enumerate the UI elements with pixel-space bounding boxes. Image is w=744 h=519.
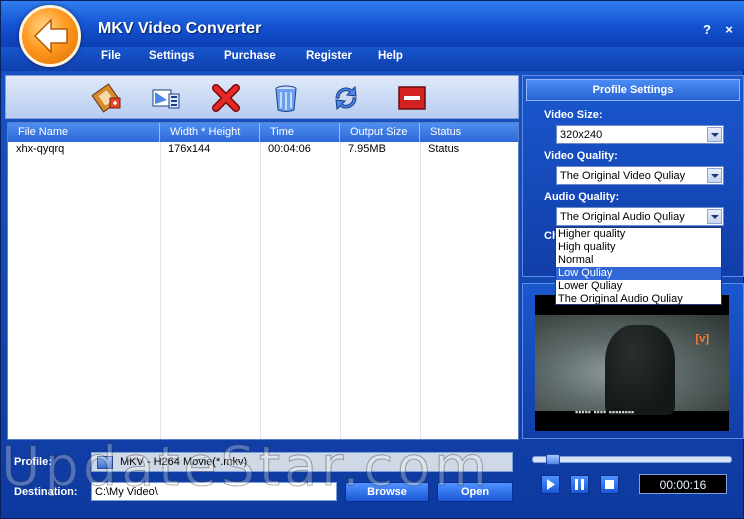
menu-help[interactable]: Help — [378, 50, 403, 62]
video-subtitle: ▪▪▪▪▪ ▪▪▪▪ ▪▪▪▪▪▪▪▪ — [575, 407, 635, 417]
dropdown-option-selected[interactable]: Low Quliay — [556, 267, 721, 280]
video-quality-value: The Original Video Quliay — [560, 170, 686, 182]
column-file-name[interactable]: File Name — [8, 123, 160, 142]
dropdown-option[interactable]: Lower Quliay — [556, 280, 721, 293]
app-logo-icon — [19, 5, 81, 67]
add-file-icon[interactable] — [91, 82, 124, 114]
audio-quality-label: Audio Quality: — [544, 191, 620, 203]
dropdown-option[interactable]: The Original Audio Quliay — [556, 293, 721, 306]
convert-icon[interactable] — [330, 82, 362, 114]
cell-dimensions: 176x144 — [168, 143, 211, 155]
app-title: MKV Video Converter — [98, 20, 262, 37]
seek-bar[interactable] — [532, 454, 732, 465]
menu-file[interactable]: File — [101, 50, 121, 62]
dropdown-option[interactable]: Higher quality — [556, 228, 721, 241]
stop-button[interactable] — [600, 475, 619, 494]
video-quality-label: Video Quality: — [544, 150, 618, 162]
video-preview[interactable]: [v] ▪▪▪▪▪ ▪▪▪▪ ▪▪▪▪▪▪▪▪ — [535, 295, 729, 431]
video-frame-image: [v] — [535, 315, 729, 415]
column-time[interactable]: Time — [260, 123, 340, 142]
time-display: 00:00:16 — [639, 474, 727, 494]
profile-format-icon — [97, 456, 113, 469]
column-output-size[interactable]: Output Size — [340, 123, 420, 142]
profile-select[interactable]: MKV - H264 Movie(*.mkv) — [91, 452, 513, 472]
column-dimensions[interactable]: Width * Height — [160, 123, 260, 142]
pause-icon — [575, 479, 584, 490]
browse-button[interactable]: Browse — [345, 482, 429, 502]
seek-handle[interactable] — [546, 454, 560, 465]
destination-label: Destination: — [14, 486, 78, 498]
menu-purchase[interactable]: Purchase — [224, 50, 276, 62]
file-list-header: File Name Width * Height Time Output Siz… — [8, 123, 518, 142]
channel-logo: [v] — [695, 333, 709, 345]
chevron-down-icon[interactable] — [707, 168, 722, 183]
close-button[interactable]: × — [723, 22, 735, 37]
audio-quality-value: The Original Audio Quliay — [560, 211, 685, 223]
file-list[interactable]: File Name Width * Height Time Output Siz… — [7, 122, 519, 440]
play-icon — [547, 479, 555, 490]
chevron-down-icon[interactable] — [707, 127, 722, 142]
dropdown-option[interactable]: High quality — [556, 241, 721, 254]
profile-value: MKV - H264 Movie(*.mkv) — [120, 456, 248, 468]
profile-settings-title: Profile Settings — [526, 79, 740, 101]
cell-output-size: 7.95MB — [348, 143, 386, 155]
menu-settings[interactable]: Settings — [149, 50, 194, 62]
table-row[interactable]: xhx-qyqrq 176x144 00:04:06 7.95MB Status — [8, 142, 518, 157]
help-button[interactable]: ? — [701, 22, 713, 37]
play-button[interactable] — [541, 475, 560, 494]
profile-label: Profile: — [14, 456, 52, 468]
clear-icon[interactable] — [270, 82, 302, 114]
menu-register[interactable]: Register — [306, 50, 352, 62]
pause-button[interactable] — [570, 475, 589, 494]
destination-value: C:\My Video\ — [95, 486, 158, 498]
figure-silhouette — [605, 325, 675, 415]
video-size-label: Video Size: — [544, 109, 603, 121]
cell-status: Status — [428, 143, 460, 155]
delete-icon[interactable] — [210, 82, 242, 114]
video-size-value: 320x240 — [560, 129, 603, 141]
cell-time: 00:04:06 — [268, 143, 311, 155]
stop-playback-icon — [605, 480, 614, 489]
column-status[interactable]: Status — [420, 123, 518, 142]
open-button[interactable]: Open — [437, 482, 513, 502]
chevron-down-icon[interactable] — [707, 209, 722, 224]
audio-quality-dropdown[interactable]: Higher quality High quality Normal Low Q… — [555, 227, 722, 305]
cell-file-name: xhx-qyqrq — [16, 143, 65, 155]
title-bar[interactable]: MKV Video Converter ? × — [1, 1, 744, 47]
video-size-select[interactable]: 320x240 — [556, 125, 724, 144]
dropdown-option[interactable]: Normal — [556, 254, 721, 267]
video-quality-select[interactable]: The Original Video Quliay — [556, 166, 724, 185]
settings-icon[interactable] — [150, 82, 182, 114]
stop-icon[interactable] — [396, 82, 428, 114]
destination-field[interactable]: C:\My Video\ — [91, 482, 337, 501]
column-dividers — [8, 142, 518, 439]
audio-quality-select[interactable]: The Original Audio Quliay — [556, 207, 724, 226]
toolbar — [5, 75, 519, 119]
menu-bar: File Settings Purchase Register Help — [1, 47, 744, 71]
app-window: MKV Video Converter ? × File Settings Pu… — [0, 0, 744, 519]
